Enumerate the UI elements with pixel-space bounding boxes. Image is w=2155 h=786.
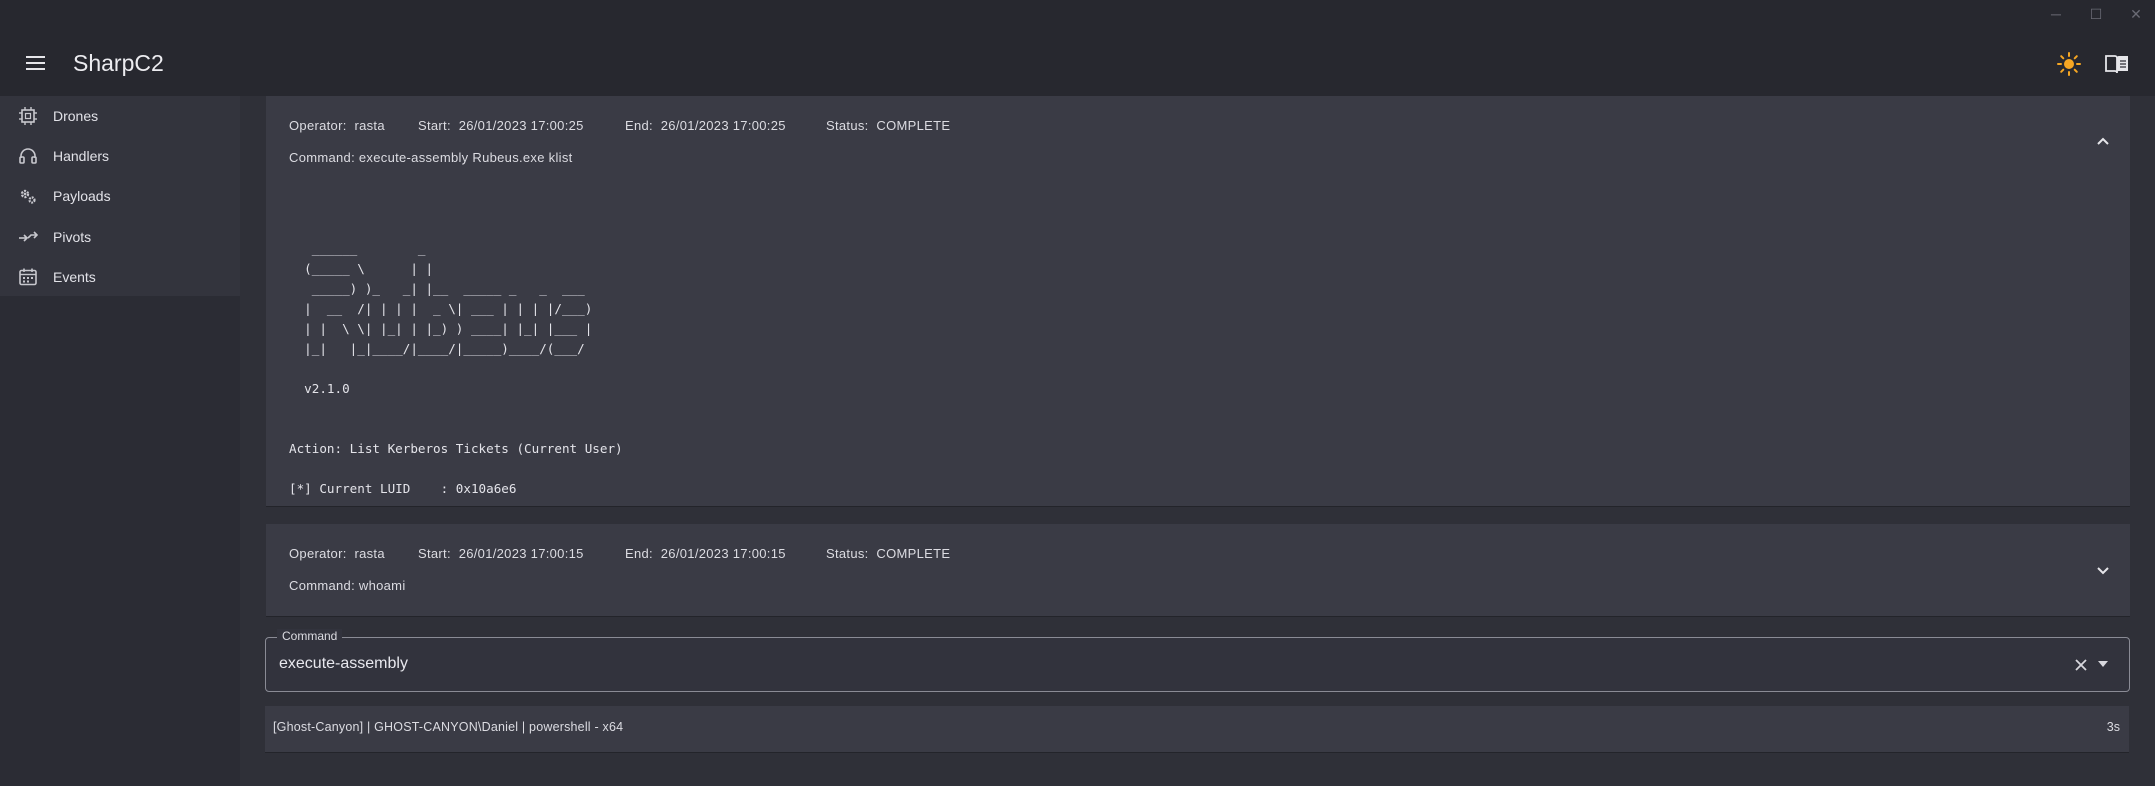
dropdown-arrow-icon[interactable]	[2098, 661, 2108, 667]
command-label: Command:	[289, 578, 355, 593]
chip-icon	[19, 107, 37, 125]
last-seen: 3s	[2106, 720, 2120, 734]
task-panel-collapsed[interactable]: Operator: rasta Start: 26/01/2023 17:00:…	[266, 524, 2130, 617]
task-panel-expanded: Operator: rasta Start: 26/01/2023 17:00:…	[266, 96, 2130, 507]
gears-icon	[20, 189, 36, 204]
sidebar-item-handlers[interactable]: Handlers	[0, 136, 240, 176]
end-label: End:	[625, 118, 653, 133]
operator-label: Operator:	[289, 546, 347, 561]
chevron-up-icon[interactable]	[2094, 133, 2112, 151]
window-controls: ─ ☐ ✕	[2047, 3, 2145, 25]
command-value: execute-assembly Rubeus.exe klist	[358, 150, 573, 165]
sidebar-item-label: Handlers	[53, 148, 110, 164]
session-info: [Ghost-Canyon] | GHOST-CANYON\Daniel | p…	[273, 720, 624, 734]
maximize-icon[interactable]: ☐	[2087, 3, 2105, 25]
sidebar-item-label: Drones	[53, 108, 99, 124]
end-label: End:	[625, 546, 653, 561]
sidebar-item-events[interactable]: Events	[0, 257, 240, 297]
status-label: Status:	[826, 118, 869, 133]
command-label: Command:	[289, 150, 355, 165]
chevron-down-icon[interactable]	[2094, 561, 2112, 579]
sidebar-item-label: Payloads	[53, 188, 111, 204]
command-input-label: Command	[277, 629, 343, 643]
task-command: Command: whoami	[289, 578, 406, 593]
end-value: 26/01/2023 17:00:25	[660, 118, 786, 133]
sun-icon[interactable]	[2057, 52, 2081, 76]
sidebar-item-label: Events	[53, 269, 96, 285]
sidebar: Drones Handlers Payloads Pivots Events	[0, 96, 240, 786]
start-label: Start:	[418, 118, 451, 133]
task-output: ______ _ (_____ \ | | _____) )_ _| |__ _…	[289, 241, 623, 496]
app-title: SharpC2	[73, 50, 164, 76]
operator-value: rasta	[354, 118, 385, 133]
sidebar-item-pivots[interactable]: Pivots	[0, 217, 240, 257]
command-input-value[interactable]: execute-assembly	[279, 655, 408, 673]
start-value: 26/01/2023 17:00:25	[458, 118, 584, 133]
clear-icon[interactable]	[2074, 658, 2088, 672]
sidebar-item-drones[interactable]: Drones	[0, 96, 240, 136]
sidebar-item-payloads[interactable]: Payloads	[0, 176, 240, 216]
command-value: whoami	[358, 578, 406, 593]
task-command: Command: execute-assembly Rubeus.exe kli…	[289, 150, 573, 165]
start-value: 26/01/2023 17:00:15	[458, 546, 584, 561]
book-icon[interactable]	[2105, 53, 2129, 75]
start-label: Start:	[418, 546, 451, 561]
end-value: 26/01/2023 17:00:15	[660, 546, 786, 561]
app-bar	[0, 30, 2155, 96]
operator-value: rasta	[354, 546, 385, 561]
status-value: COMPLETE	[876, 118, 951, 133]
window-titlebar: ─ ☐ ✕	[0, 0, 2155, 30]
calendar-icon	[19, 268, 37, 286]
status-value: COMPLETE	[876, 546, 951, 561]
close-icon[interactable]: ✕	[2127, 3, 2145, 25]
session-statusbar: [Ghost-Canyon] | GHOST-CANYON\Daniel | p…	[265, 706, 2129, 753]
headset-icon	[19, 148, 37, 164]
pivot-icon	[19, 231, 38, 242]
sidebar-item-label: Pivots	[53, 229, 92, 245]
minimize-icon[interactable]: ─	[2047, 3, 2065, 25]
status-label: Status:	[826, 546, 869, 561]
menu-icon[interactable]	[26, 56, 45, 70]
command-input[interactable]	[265, 637, 2130, 692]
operator-label: Operator:	[289, 118, 347, 133]
